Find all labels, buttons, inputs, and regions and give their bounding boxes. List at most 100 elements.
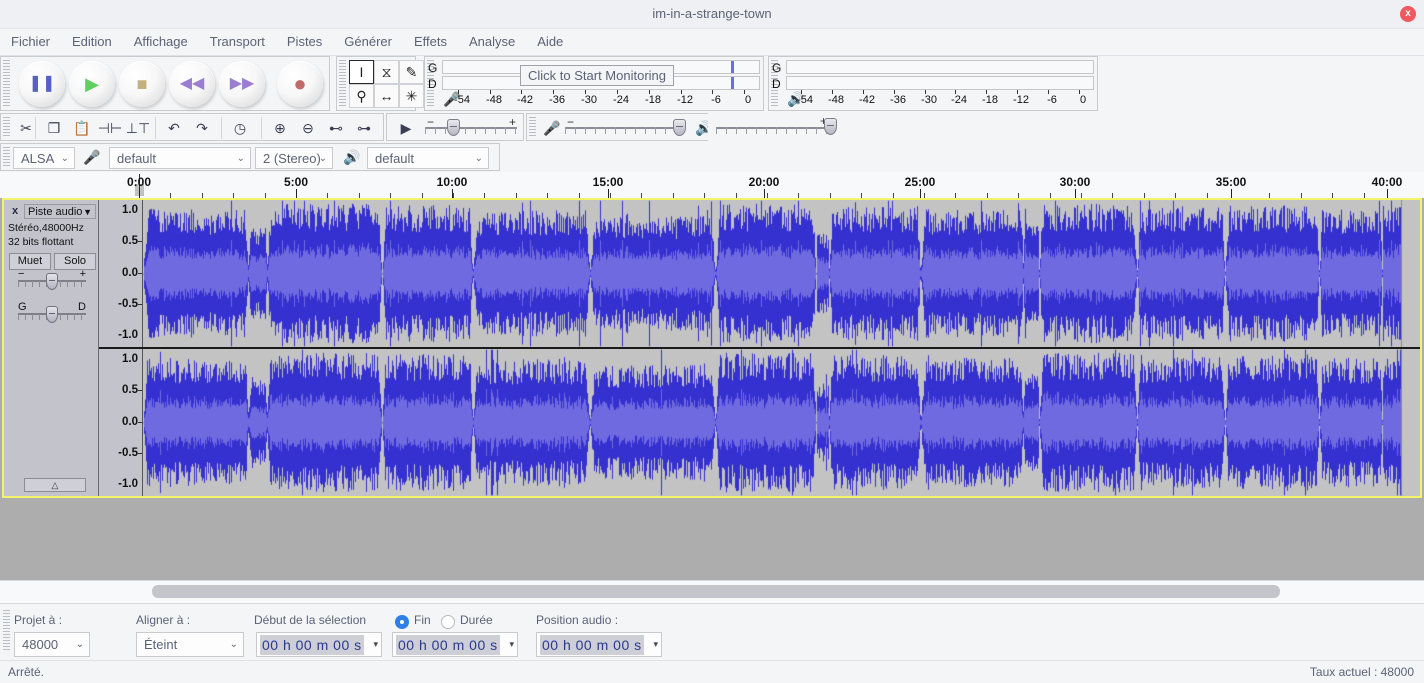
toolbar-grip[interactable] [3, 147, 10, 167]
spinner-icon[interactable]: ▾ [509, 639, 514, 650]
paste-button[interactable]: 📋 [69, 117, 95, 139]
ruler-label: 40:00 [1371, 175, 1403, 189]
sync-lock-button[interactable]: ◷ [227, 117, 253, 139]
menu-item-analyse[interactable]: Analyse [458, 29, 526, 55]
close-icon[interactable]: x [1400, 6, 1416, 22]
chevron-down-icon: ⌄ [60, 153, 69, 164]
horizontal-scrollbar-thumb[interactable] [152, 585, 1280, 598]
trim-outside-selection-button[interactable]: ⊣⊢ [97, 117, 123, 139]
audio-track[interactable]: x Piste audio ▼ Stéréo,48000Hz 32 bits f… [2, 198, 1422, 498]
horizontal-scrollbar[interactable] [0, 580, 1424, 603]
menu-item-aide[interactable]: Aide [526, 29, 574, 55]
edit-toolbar: ✂ ❐ 📋 ⊣⊢ ⊥⊤ ↶ ↷ ◷ ⊕ ⊖ ⊷ ⊶ [0, 113, 384, 141]
track-area: x Piste audio ▼ Stéréo,48000Hz 32 bits f… [0, 198, 1424, 580]
toolbar-grip[interactable] [529, 117, 536, 137]
menu-item-transport[interactable]: Transport [199, 29, 276, 55]
gain-slider[interactable]: − + [18, 268, 86, 292]
menu-item-fichier[interactable]: Fichier [0, 29, 61, 55]
toolbar-grip[interactable] [3, 60, 10, 107]
meter-scale-label: -24 [951, 94, 967, 106]
ruler-label: 20:00 [748, 175, 780, 189]
skip-start-button[interactable]: ◀◀ [169, 61, 215, 107]
status-message: Arrêté. [8, 665, 45, 679]
microphone-icon: 🎤 [543, 120, 561, 136]
audio-host-select[interactable]: ALSA ⌄ [13, 147, 75, 169]
redo-button[interactable]: ↷ [189, 117, 215, 139]
record-button[interactable]: ● [277, 61, 323, 107]
pause-button[interactable]: ❚❚ [19, 61, 65, 107]
input-volume-thumb[interactable] [673, 119, 686, 136]
silence-selection-button[interactable]: ⊥⊤ [125, 117, 151, 139]
cut-button[interactable]: ✂ [13, 117, 39, 139]
envelope-tool[interactable]: ⧖ [374, 60, 399, 84]
toolbar-grip[interactable] [339, 60, 346, 107]
snap-to-select[interactable]: Éteint ⌄ [136, 632, 244, 657]
spinner-icon[interactable]: ▾ [373, 639, 378, 650]
zoom-out-button[interactable]: ⊖ [295, 117, 321, 139]
menu-bar: Fichier Edition Affichage Transport Pistes Gé… [0, 29, 1424, 56]
selection-end-field[interactable]: 00 h 00 m 00 s ▾ [392, 632, 518, 657]
toolbar-grip[interactable] [3, 117, 10, 137]
meter-scale-label: -12 [677, 94, 693, 106]
meter-scale-label: -42 [517, 94, 533, 106]
recording-meter-toolbar[interactable]: G D 🎤 -54 -48 -42 -36 -30 -24 -18 -12 -6 0 Click … [424, 56, 764, 111]
output-volume-thumb[interactable] [824, 118, 837, 135]
playback-device-select[interactable]: default ⌄ [367, 147, 489, 169]
current-rate: Taux actuel : 48000 [1309, 665, 1414, 679]
menu-item-pistes[interactable]: Pistes [276, 29, 333, 55]
gain-slider-thumb[interactable] [46, 273, 58, 290]
track-name-dropdown[interactable]: Piste audio ▼ [24, 204, 96, 219]
play-button[interactable]: ▶ [69, 61, 115, 107]
rec-meter-scale: -54 -48 -42 -36 -30 -24 -18 -12 -6 0 [442, 90, 760, 110]
track-collapse-button[interactable]: △ [24, 478, 86, 492]
left-channel-waveform[interactable] [143, 200, 1420, 347]
fit-project-button[interactable]: ⊶ [351, 117, 377, 139]
rec-meter-right-clip [731, 77, 734, 89]
selection-start-field[interactable]: 00 h 00 m 00 s ▾ [256, 632, 382, 657]
project-rate-select[interactable]: 48000 ⌄ [14, 632, 90, 657]
draw-icon: ✎ [405, 64, 418, 80]
menu-item-effets[interactable]: Effets [403, 29, 458, 55]
radio-duration[interactable] [441, 615, 455, 629]
rec-meter-left-clip [731, 61, 734, 73]
mute-button[interactable]: Muet [9, 253, 51, 270]
pause-icon: ❚❚ [28, 75, 56, 92]
menu-item-edition[interactable]: Edition [61, 29, 123, 55]
pan-slider[interactable]: G D [18, 301, 86, 325]
radio-end[interactable] [395, 615, 409, 629]
multi-icon: ✳ [405, 88, 418, 104]
ruler-label: 35:00 [1215, 175, 1247, 189]
menu-item-générer[interactable]: Générer [333, 29, 403, 55]
recording-device-select[interactable]: default ⌄ [109, 147, 251, 169]
skip-end-button[interactable]: ▶▶ [219, 61, 265, 107]
play-at-speed-button[interactable]: ▶ [393, 117, 419, 139]
multi-tool[interactable]: ✳ [399, 84, 424, 108]
spinner-icon[interactable]: ▾ [653, 639, 658, 650]
toolbar-grip[interactable] [3, 610, 10, 652]
stop-icon: ■ [136, 74, 148, 94]
speed-slider-thumb[interactable] [447, 119, 460, 136]
input-volume-ticks [565, 127, 685, 134]
meter-scale-label: -24 [613, 94, 629, 106]
menu-item-affichage[interactable]: Affichage [123, 29, 199, 55]
solo-button[interactable]: Solo [54, 253, 96, 270]
ruler-label: 10:00 [436, 175, 468, 189]
recording-channels-select[interactable]: 2 (Stereo) ⌄ [255, 147, 333, 169]
draw-tool[interactable]: ✎ [399, 60, 424, 84]
timeline-ruler[interactable]: 0:00 5:00 10:00 15:00 20:00 25:00 30:00 35:00 40… [0, 172, 1424, 200]
microphone-icon: 🎤 [83, 149, 101, 165]
stop-button[interactable]: ■ [119, 61, 165, 107]
playback-meter-toolbar[interactable]: G D 🔊 -54 -48 -42 -36 -30 -24 -18 -12 -6 0 [768, 56, 1098, 111]
zoom-tool[interactable]: ⚲ [349, 84, 374, 108]
fit-selection-button[interactable]: ⊷ [323, 117, 349, 139]
selection-tool[interactable]: I [349, 60, 374, 84]
undo-button[interactable]: ↶ [161, 117, 187, 139]
copy-button[interactable]: ❐ [41, 117, 67, 139]
right-channel-waveform[interactable] [143, 349, 1420, 496]
zoom-in-button[interactable]: ⊕ [267, 117, 293, 139]
audio-position-field[interactable]: 00 h 00 m 00 s ▾ [536, 632, 662, 657]
selection-toolbar: Projet à : 48000 ⌄ Aligner à : Éteint ⌄ … [0, 603, 1424, 660]
timeshift-tool[interactable]: ↔ [374, 84, 399, 108]
pan-slider-thumb[interactable] [46, 306, 58, 323]
track-close-icon[interactable]: x [8, 205, 22, 219]
